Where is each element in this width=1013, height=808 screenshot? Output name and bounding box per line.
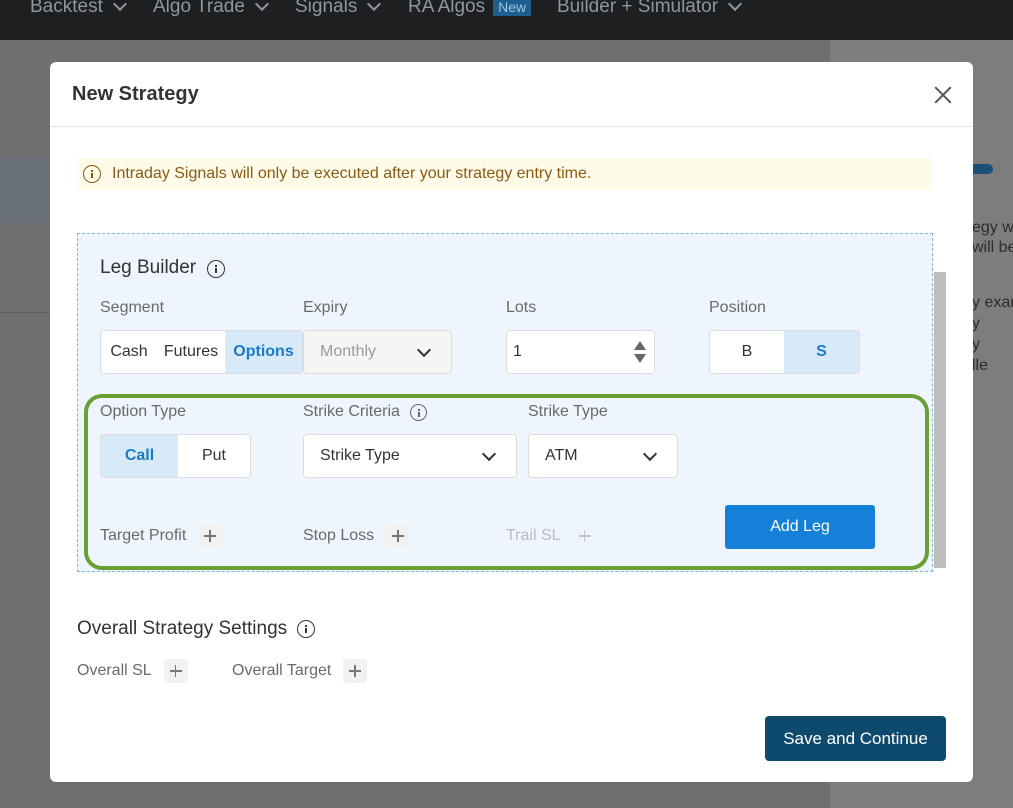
background-text: y exar [972,294,1013,311]
new-strategy-modal: New Strategy Intraday Signals will only … [50,62,973,782]
nav-label: Algo Trade [153,0,245,17]
segment-futures-button[interactable]: Futures [157,331,225,373]
overall-sl-toggle[interactable]: Overall SL [77,659,188,683]
leg-builder-title: Leg Builder [100,257,197,278]
segment-cash-button[interactable]: Cash [101,331,157,373]
expiry-value: Monthly [320,343,377,360]
lots-input[interactable]: 1 [506,330,655,374]
chevron-down-icon [367,0,382,12]
overall-settings-title: Overall Strategy Settings [77,618,288,639]
info-icon[interactable] [410,404,427,421]
modal-header: New Strategy [50,62,973,127]
background-text: will be [972,239,1013,256]
nav-item-signals[interactable]: Signals [295,0,382,18]
position-buy-button[interactable]: B [710,331,784,373]
alert-text: Intraday Signals will only be executed a… [112,165,592,182]
nav-label: Backtest [30,0,103,17]
new-badge: New [493,0,532,16]
info-icon [83,165,101,183]
background-text: lle [972,357,989,374]
segment-options-button[interactable]: Options [225,331,302,373]
chevron-down-icon [416,342,432,358]
lots-label: Lots [506,299,537,316]
overall-target-toggle[interactable]: Overall Target [232,659,368,683]
lots-value: 1 [513,343,522,360]
nav-label: Signals [295,0,358,17]
nav-item-ra-algos[interactable]: RA Algos New [408,0,532,18]
nav-item-backtest[interactable]: Backtest [30,0,127,18]
nav-item-builder-simulator[interactable]: Builder + Simulator [557,0,743,18]
expiry-select[interactable]: Monthly [303,330,452,374]
position-button-group: B S [709,330,860,374]
info-icon[interactable] [297,620,315,638]
highlight-outline [84,394,929,570]
overall-sl-label: Overall SL [77,662,152,679]
overall-target-label: Overall Target [232,662,332,679]
spinner-arrows-icon[interactable] [634,341,646,365]
save-and-continue-button[interactable]: Save and Continue [765,716,946,761]
nav-item-algo-trade[interactable]: Algo Trade [153,0,269,18]
nav-label: Builder + Simulator [557,0,719,17]
expiry-label: Expiry [303,299,348,316]
background-text: egy w [972,219,1013,236]
background-text: y [972,336,980,353]
plus-icon[interactable] [343,659,368,683]
close-icon[interactable] [930,82,956,108]
background-text: y [972,315,980,332]
position-label: Position [709,299,766,316]
chevron-down-icon [254,0,269,12]
scrollbar[interactable] [934,272,946,568]
plus-icon[interactable] [163,659,188,683]
position-sell-button[interactable]: S [784,331,859,373]
info-alert: Intraday Signals will only be executed a… [78,158,932,190]
chevron-down-icon [112,0,127,12]
segment-button-group: Cash Futures Options [100,330,303,374]
nav-label: RA Algos [408,0,486,17]
segment-label: Segment [100,299,165,316]
modal-title: New Strategy [72,83,199,105]
info-icon[interactable] [207,260,225,278]
top-navigation: Backtest Algo Trade Signals RA Algos New … [0,0,1013,40]
chevron-down-icon [727,0,743,12]
